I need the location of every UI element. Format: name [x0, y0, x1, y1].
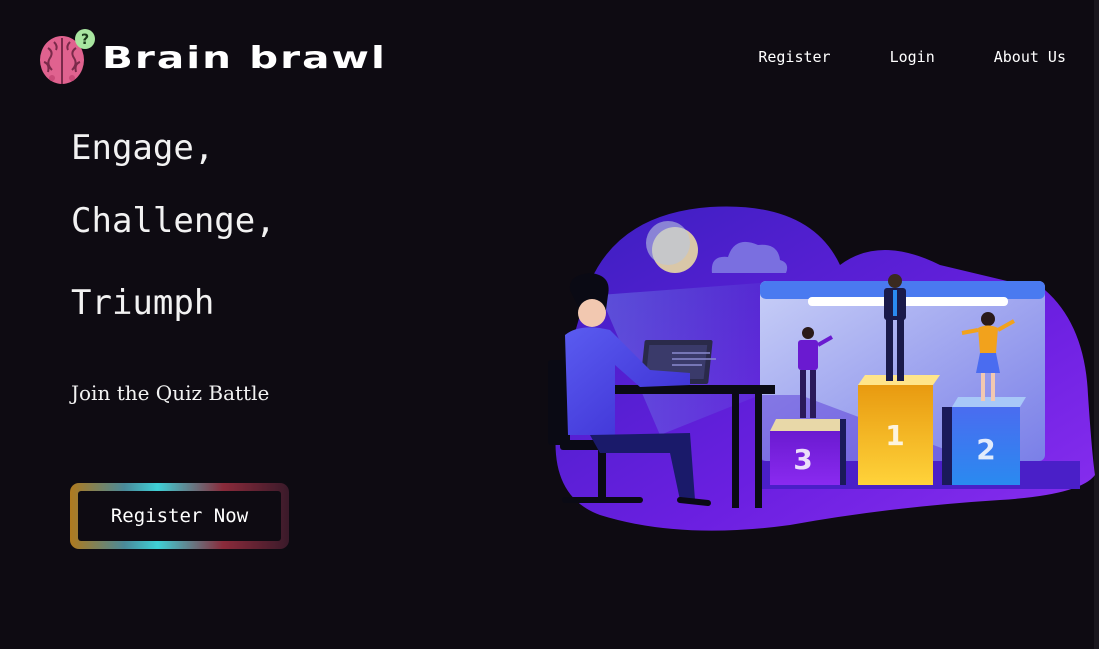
svg-text:?: ?	[81, 32, 89, 48]
brand-logo[interactable]: ? Brain brawl	[38, 28, 385, 88]
quiz-podium-illustration-icon: 1 2 3	[548, 206, 1095, 531]
nav-about-link[interactable]: About Us	[994, 48, 1066, 66]
hero-line-triumph: Triumph	[71, 283, 215, 323]
nav-login-link[interactable]: Login	[890, 48, 935, 66]
podium-third-number: 3	[793, 443, 812, 476]
nav-register-link[interactable]: Register	[758, 48, 830, 66]
hero-tagline: Join the Quiz Battle	[71, 381, 270, 405]
register-now-button[interactable]: Register Now	[78, 491, 281, 541]
register-now-frame: Register Now	[70, 483, 289, 549]
main-nav: Register Login About Us	[758, 48, 1066, 66]
hero-line-engage: Engage,	[71, 128, 215, 168]
podium-first-number: 1	[885, 419, 904, 452]
brain-question-icon: ?	[40, 29, 95, 84]
brand-name: Brain brawl	[102, 40, 387, 76]
podium-second-number: 2	[976, 433, 995, 466]
hero-line-challenge: Challenge,	[71, 201, 276, 241]
